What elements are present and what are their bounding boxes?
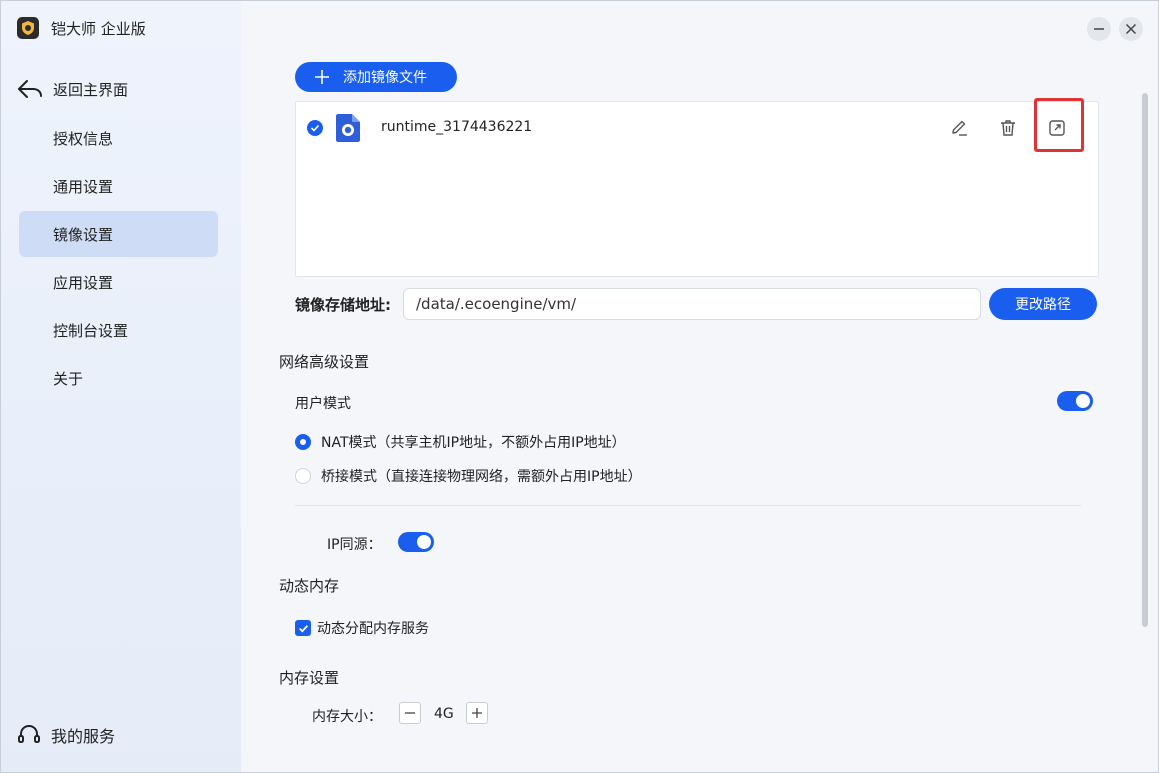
memory-size-label: 内存大小： [312,709,382,725]
minus-icon [405,712,415,714]
main-panel: 添加镜像文件 runtime_3174436221 镜像存储地址: /data/… [241,1,1158,772]
my-service[interactable]: 我的服务 [17,723,115,747]
close-icon [1125,23,1137,35]
vertical-scrollbar[interactable] [1142,93,1148,627]
user-mode-toggle[interactable] [1057,391,1093,411]
plus-icon [315,70,329,84]
delete-button[interactable] [996,116,1020,140]
nat-mode-option[interactable]: NAT模式（共享主机IP地址，不额外占用IP地址） [295,432,626,452]
memory-size-value: 4G [434,706,454,722]
ip-same-toggle[interactable] [398,532,434,552]
sidebar-item-console[interactable]: 控制台设置 [19,307,218,353]
close-button[interactable] [1119,17,1143,41]
plus-icon [472,708,482,718]
list-item[interactable]: runtime_3174436221 [296,98,1098,154]
app-title: 铠大师 企业版 [51,19,146,38]
rename-button[interactable] [947,116,971,140]
shield-logo-icon [17,17,39,39]
app-window: 铠大师 企业版 返回主界面 授权信息 通用设置 镜像设置 应用设置 控制台设置 … [0,0,1159,773]
bridge-label: 桥接模式（直接连接物理网络，需额外占用IP地址） [321,469,642,485]
network-section-title: 网络高级设置 [279,353,370,371]
sidebar: 铠大师 企业版 返回主界面 授权信息 通用设置 镜像设置 应用设置 控制台设置 … [1,1,241,772]
export-button[interactable] [1045,116,1069,140]
add-image-label: 添加镜像文件 [343,70,427,86]
selected-check-icon[interactable] [307,120,323,136]
add-image-button[interactable]: 添加镜像文件 [295,62,457,92]
dynamic-memory-title: 动态内存 [279,577,340,595]
bridge-mode-option[interactable]: 桥接模式（直接连接物理网络，需额外占用IP地址） [295,466,642,486]
bridge-radio[interactable] [295,468,311,484]
minimize-icon [1094,28,1104,30]
back-arrow-icon [18,80,42,98]
memory-increase-button[interactable] [466,702,488,724]
back-label: 返回主界面 [53,80,129,99]
sidebar-item-app[interactable]: 应用设置 [19,259,218,305]
back-to-home[interactable]: 返回主界面 [17,78,128,100]
headset-icon [18,724,40,743]
dynamic-memory-checkbox[interactable] [295,620,311,636]
change-path-button[interactable]: 更改路径 [989,288,1097,320]
my-service-label: 我的服务 [51,727,116,746]
nat-label: NAT模式（共享主机IP地址，不额外占用IP地址） [321,435,626,451]
image-file-list: runtime_3174436221 [295,98,1099,277]
user-mode-label: 用户模式 [295,396,351,412]
sidebar-item-license[interactable]: 授权信息 [19,115,218,161]
image-file-icon [336,114,360,142]
sidebar-item-image[interactable]: 镜像设置 [19,211,218,257]
nat-radio[interactable] [295,434,311,450]
storage-path-label: 镜像存储地址: [295,296,391,314]
sidebar-nav: 授权信息 通用设置 镜像设置 应用设置 控制台设置 关于 [19,115,218,403]
storage-path-input[interactable]: /data/.ecoengine/vm/ [403,288,981,320]
file-name: runtime_3174436221 [381,119,533,135]
sidebar-item-about[interactable]: 关于 [19,355,218,401]
dynamic-memory-label: 动态分配内存服务 [317,621,429,637]
memory-decrease-button[interactable] [399,702,421,724]
ip-same-label: IP同源： [327,537,382,553]
trash-icon [1001,120,1015,136]
dynamic-memory-option[interactable]: 动态分配内存服务 [295,618,429,638]
sidebar-item-general[interactable]: 通用设置 [19,163,218,209]
brand: 铠大师 企业版 [17,17,146,39]
divider [295,505,1081,506]
edit-icon [952,120,967,136]
minimize-button[interactable] [1087,17,1111,41]
export-icon [1049,120,1065,136]
memory-section-title: 内存设置 [279,669,340,687]
